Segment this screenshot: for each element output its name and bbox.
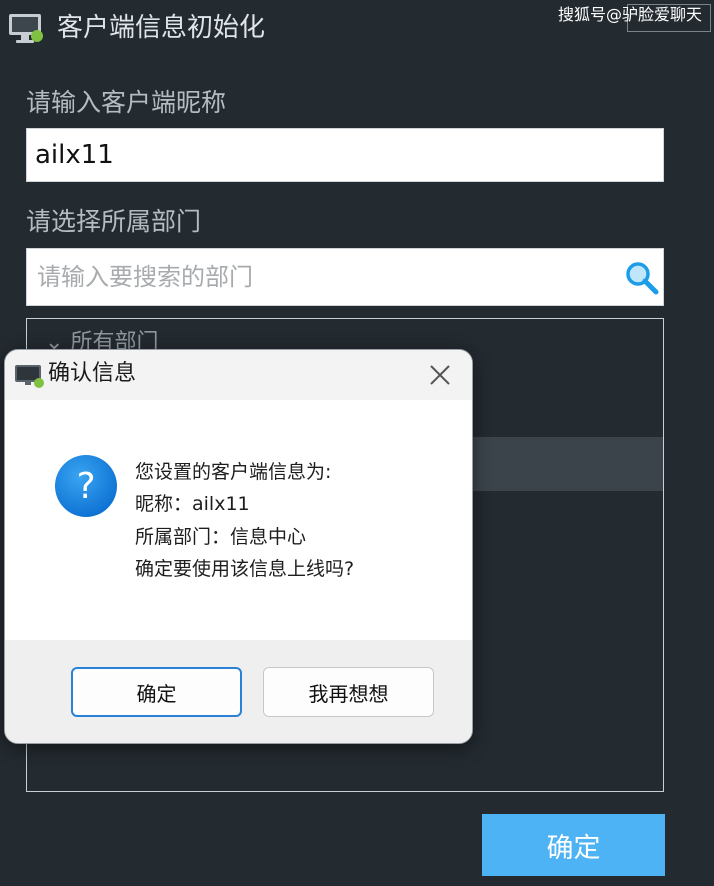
ok-button[interactable]: 确定 bbox=[482, 814, 665, 876]
dialog-message-line: 所属部门：信息中心 bbox=[135, 526, 307, 548]
confirm-dialog: 确认信息 ? 您设置的客户端信息为: 昵称：ailx11 所属部门：信息中心 确… bbox=[4, 349, 473, 744]
dialog-body bbox=[5, 400, 472, 640]
close-icon[interactable] bbox=[425, 360, 455, 390]
department-search-box bbox=[26, 248, 664, 306]
nickname-label: 请输入客户端昵称 bbox=[26, 88, 227, 117]
tree-row-selected[interactable] bbox=[473, 437, 663, 491]
dialog-confirm-button[interactable]: 确定 bbox=[71, 667, 242, 717]
department-search-input[interactable] bbox=[27, 249, 617, 305]
dialog-message-line: 确定要使用该信息上线吗? bbox=[135, 558, 355, 580]
dialog-message-line: 昵称：ailx11 bbox=[135, 493, 250, 515]
dialog-header: 确认信息 bbox=[5, 350, 472, 400]
dialog-title: 确认信息 bbox=[48, 361, 137, 386]
window-title: 客户端信息初始化 bbox=[57, 13, 266, 43]
question-icon: ? bbox=[55, 455, 117, 517]
search-icon[interactable] bbox=[625, 261, 659, 295]
dialog-rethink-button[interactable]: 我再想想 bbox=[263, 667, 434, 717]
watermark-text: 搜狐号@驴脸爱聊天 bbox=[558, 5, 703, 24]
monitor-icon bbox=[15, 365, 44, 388]
title-bar: 客户端信息初始化 搜狐号@驴脸爱聊天 bbox=[0, 0, 714, 54]
svg-text:?: ? bbox=[76, 466, 95, 507]
monitor-icon bbox=[9, 14, 43, 43]
department-label: 请选择所属部门 bbox=[26, 207, 202, 236]
dialog-message-line: 您设置的客户端信息为: bbox=[135, 461, 332, 483]
nickname-input[interactable] bbox=[26, 128, 664, 182]
